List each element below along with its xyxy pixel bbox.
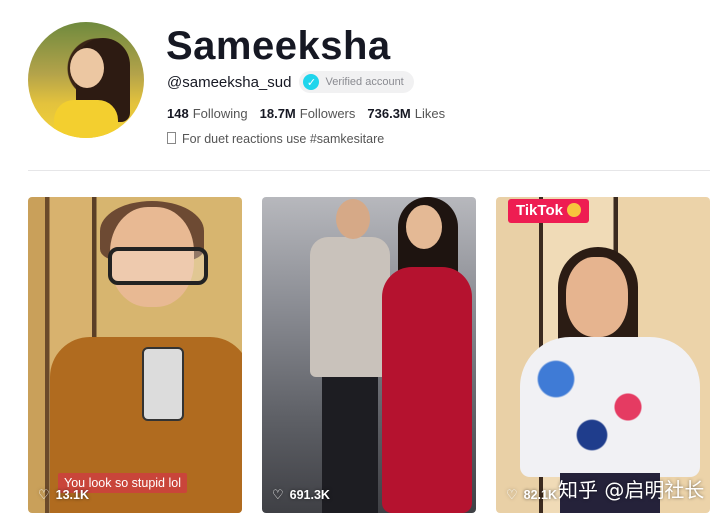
kissing-emoji-icon [566, 203, 581, 217]
video-card-2[interactable]: ♡ 691.3K [262, 197, 476, 513]
likes-stat: 736.3M Likes [367, 106, 445, 121]
scene-woman-head [406, 205, 442, 249]
video-card-3[interactable]: TikTok ♡ 82.1K [496, 197, 710, 513]
followers-stat[interactable]: 18.7M Followers [260, 106, 356, 121]
bio-glyph-icon [167, 132, 176, 144]
verified-label: Verified account [325, 76, 404, 88]
profile-handle: @sameeksha_sud [167, 73, 292, 91]
followers-label: Followers [299, 106, 356, 121]
heart-outline-icon: ♡ [38, 487, 50, 502]
profile-stats: 148 Following 18.7M Followers 736.3M Likes [167, 106, 457, 121]
verified-check-icon: ✓ [303, 74, 320, 90]
heart-outline-icon: ♡ [506, 487, 518, 502]
heart-outline-icon: ♡ [272, 487, 284, 502]
tiktok-badge-text: TikTok [516, 202, 563, 219]
avatar-shirt [54, 100, 118, 138]
likes-label: Likes [414, 106, 446, 121]
profile-name: Sameeksha [166, 24, 391, 68]
following-label: Following [192, 106, 248, 121]
followers-count: 18.7M [259, 106, 296, 121]
profile-divider [28, 170, 710, 171]
video-views: ♡ 691.3K [272, 487, 330, 503]
video-views: ♡ 13.1K [38, 487, 89, 503]
scene-woman [362, 197, 472, 513]
likes-count: 736.3M [367, 106, 411, 121]
video-view-count: 691.3K [289, 488, 330, 502]
scene-woman-dress [382, 267, 472, 513]
scene-girl-head [566, 257, 628, 337]
handle-row: @sameeksha_sud ✓ Verified account [167, 70, 414, 94]
scene-phone [142, 347, 184, 421]
video-card-1[interactable]: You look so stupid lol ♡ 13.1K [28, 197, 242, 513]
following-stat[interactable]: 148 Following [167, 106, 248, 121]
video-view-count: 82.1K [523, 488, 558, 502]
profile-bio: For duet reactions use #samkesitare [167, 132, 384, 146]
video-views: ♡ 82.1K [506, 487, 557, 503]
scene-glasses [108, 247, 208, 285]
zhihu-watermark: 知乎 @启明社长 [558, 478, 705, 502]
video-thumbnail-scene [50, 201, 242, 513]
following-count: 148 [167, 106, 189, 121]
video-view-count: 13.1K [55, 488, 90, 502]
verified-badge: ✓ Verified account [299, 71, 414, 93]
scene-man [282, 197, 390, 513]
avatar-face [70, 48, 104, 88]
scene-girl-top [520, 337, 700, 477]
bio-text: For duet reactions use #samkesitare [182, 132, 385, 146]
tiktok-badge: TikTok [508, 199, 589, 223]
profile-avatar[interactable] [28, 22, 144, 138]
